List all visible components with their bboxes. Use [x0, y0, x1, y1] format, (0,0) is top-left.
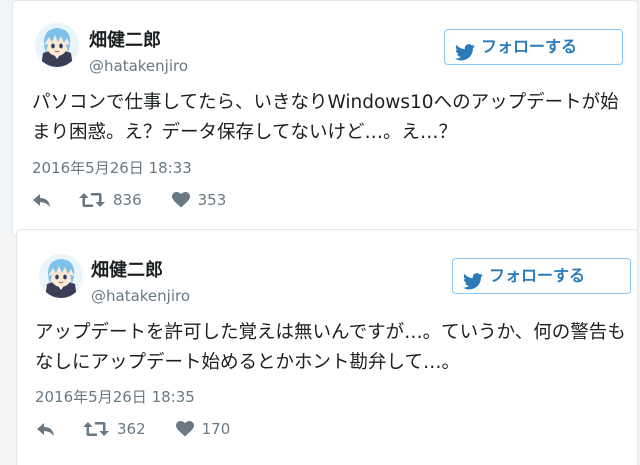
author-name[interactable]: 畑健二郎 — [89, 30, 161, 52]
tweet-actions: 836 353 — [31, 191, 226, 209]
reply-icon — [31, 191, 53, 209]
tweet-card: 畑健二郎 @hatakenjiro フォローする アップデートを許可した覚えは無… — [16, 229, 638, 465]
heart-icon — [175, 421, 194, 437]
like-count: 170 — [201, 420, 231, 438]
retweet-icon — [79, 191, 105, 209]
tweet-actions: 362 170 — [35, 420, 230, 438]
reply-icon — [35, 420, 57, 438]
tweet-timestamp[interactable]: 2016年5月26日 18:35 — [35, 386, 195, 407]
follow-button-label: フォローする — [481, 37, 578, 56]
tweet-text: パソコンで仕事してたら、いきなりWindows10へのアップデートが始まり困惑。… — [32, 92, 619, 143]
twitter-bird-icon — [463, 268, 483, 289]
retweet-count: 836 — [113, 191, 142, 209]
like-count: 353 — [197, 191, 227, 209]
follow-button[interactable]: フォローする — [452, 258, 631, 294]
like-button[interactable]: 353 — [164, 191, 227, 209]
retweet-count: 362 — [117, 420, 146, 438]
avatar[interactable] — [35, 23, 79, 67]
author-handle[interactable]: @hatakenjiro — [91, 287, 190, 305]
like-button[interactable]: 170 — [168, 420, 231, 438]
twitter-bird-icon — [455, 39, 475, 60]
avatar[interactable] — [39, 254, 83, 298]
heart-icon — [171, 192, 190, 208]
follow-button-label: フォローする — [489, 266, 586, 285]
reply-button[interactable] — [31, 191, 53, 209]
tweet-text: アップデートを許可した覚えは無いんですが…。ていうか、何の警告もなしにアップデー… — [35, 322, 626, 373]
reply-button[interactable] — [35, 420, 57, 438]
tweet-card: 畑健二郎 @hatakenjiro フォローする パソコンで仕事してたら、いきな… — [12, 0, 638, 236]
retweet-icon — [83, 420, 109, 438]
retweet-button[interactable]: 362 — [75, 420, 146, 438]
author-name[interactable]: 畑健二郎 — [91, 260, 163, 282]
retweet-button[interactable]: 836 — [71, 191, 142, 209]
author-handle[interactable]: @hatakenjiro — [89, 57, 188, 75]
tweet-timestamp[interactable]: 2016年5月26日 18:33 — [32, 157, 192, 178]
follow-button[interactable]: フォローする — [444, 29, 623, 65]
